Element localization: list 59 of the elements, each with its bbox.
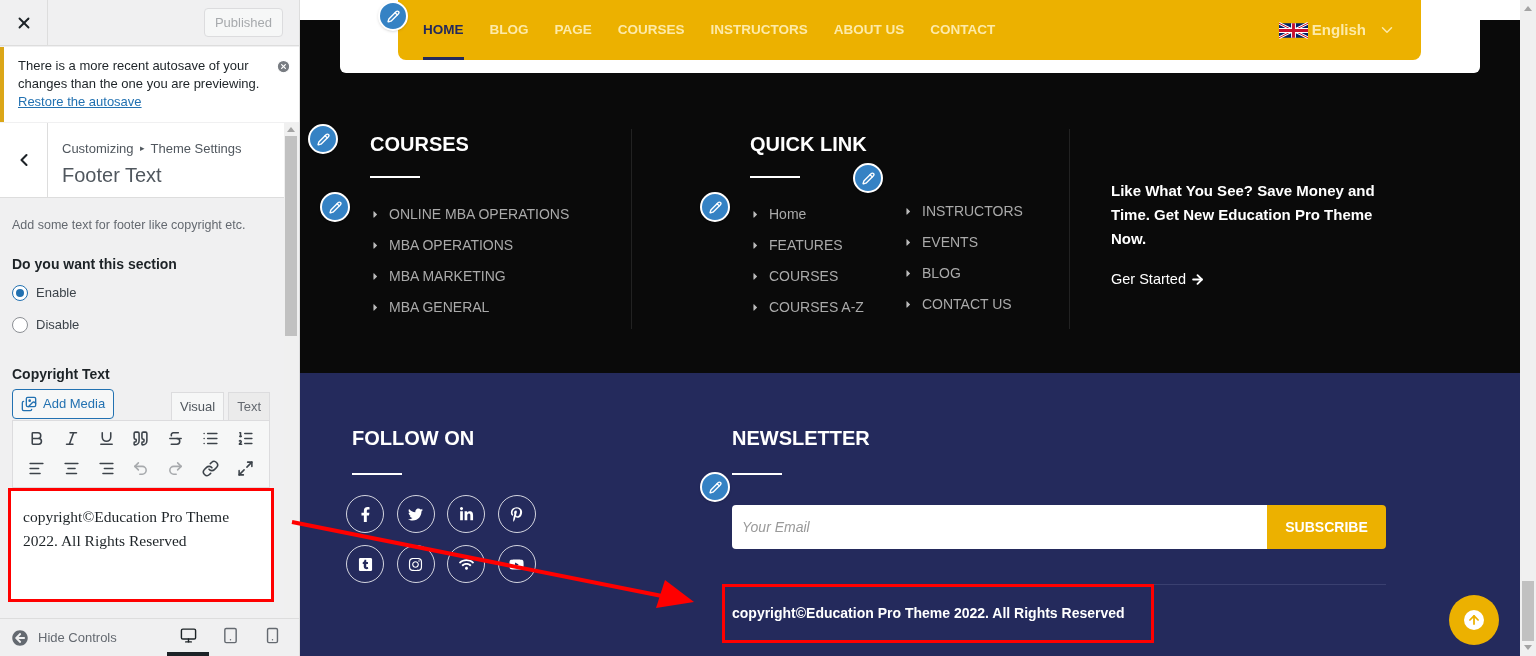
breadcrumb-item: Theme Settings: [150, 140, 242, 158]
field-label: Do you want this section: [12, 254, 178, 274]
collapse-icon: [12, 629, 28, 646]
pencil-icon[interactable]: [308, 124, 338, 154]
editor-tab[interactable]: Visual: [170, 391, 225, 420]
copyright-text: copyright©Education Pro Theme 2022. All Rights Reserved: [722, 584, 1154, 643]
footer-link[interactable]: BLOG: [922, 263, 961, 284]
footer-link[interactable]: MBA OPERATIONS: [389, 235, 514, 256]
footer-link[interactable]: FEATURES: [769, 235, 843, 256]
instagram-icon: [408, 556, 423, 572]
get-started-link[interactable]: Ger Started: [1111, 269, 1381, 291]
back-to-top-button[interactable]: [1449, 595, 1499, 645]
hide-controls-button[interactable]: Hide Controls: [12, 627, 117, 648]
twitter-icon: [408, 506, 423, 522]
media-icon: [21, 395, 37, 412]
email-field[interactable]: Your Email: [732, 505, 1267, 549]
feed-icon: [458, 556, 474, 572]
radio-button[interactable]: [12, 284, 28, 301]
editor-tab[interactable]: Text: [228, 391, 270, 420]
nav-link[interactable]: HOME: [423, 0, 464, 60]
footer-link[interactable]: ONLINE MBA OPERATIONS: [389, 204, 570, 225]
dismiss-icon[interactable]: [276, 59, 291, 74]
scrollbar-thumb[interactable]: [1522, 581, 1534, 641]
radio-button[interactable]: [12, 317, 28, 333]
editor-content[interactable]: copyright©Education Pro Theme 2022. All Rights Reserved: [8, 487, 274, 602]
field-label: Copyright Text: [12, 364, 111, 384]
scrollbar-thumb[interactable]: [285, 136, 297, 336]
breadcrumb-separator: ▸: [139, 142, 145, 155]
pencil-icon[interactable]: [700, 192, 730, 222]
footer-link[interactable]: Home: [769, 204, 807, 225]
radio-label: Disable: [36, 316, 80, 335]
arrow-up-icon: [1464, 610, 1484, 630]
notice-text: There is a more recent autosave of your changes than the one you are previewing.: [18, 58, 260, 91]
pinterest-icon: [509, 506, 524, 522]
footer-link[interactable]: COURSES A-Z: [769, 297, 864, 318]
tumblr-icon: [357, 556, 373, 572]
column-heading: QUICK LINK: [750, 132, 868, 157]
arrow-right-icon: [1189, 272, 1205, 288]
restore-link[interactable]: Restore the autosave: [18, 94, 142, 109]
pencil-icon[interactable]: [853, 163, 883, 193]
footer-link[interactable]: INSTRUCTORS: [922, 201, 1023, 222]
radio-label: Enable: [36, 283, 77, 302]
section-title: Footer Text: [62, 162, 163, 188]
footer-link[interactable]: COURSES: [769, 266, 839, 287]
page-scrollbar[interactable]: [1520, 0, 1536, 656]
breadcrumb-item: Customizing: [62, 140, 134, 158]
column-heading: COURSES: [370, 132, 470, 157]
flag-icon: [1278, 20, 1308, 40]
linkedin-icon: [458, 506, 474, 522]
pencil-icon[interactable]: [320, 192, 350, 222]
description-text: Add some text for footer like copyright etc.: [12, 217, 247, 234]
footer-link[interactable]: EVENTS: [922, 232, 978, 253]
column-heading: FOLLOW ON: [352, 426, 476, 451]
promo-text: Like What You See? Save Money and Time. Get New Education Pro Theme Now.: [1111, 181, 1376, 249]
footer-link[interactable]: MBA GENERAL: [389, 297, 490, 318]
column-heading: NEWSLETTER: [732, 426, 871, 451]
footer-link[interactable]: MBA MARKETING: [389, 266, 506, 287]
add-media-button[interactable]: Add Media: [12, 388, 115, 419]
footer-link[interactable]: CONTACT US: [922, 294, 1012, 315]
